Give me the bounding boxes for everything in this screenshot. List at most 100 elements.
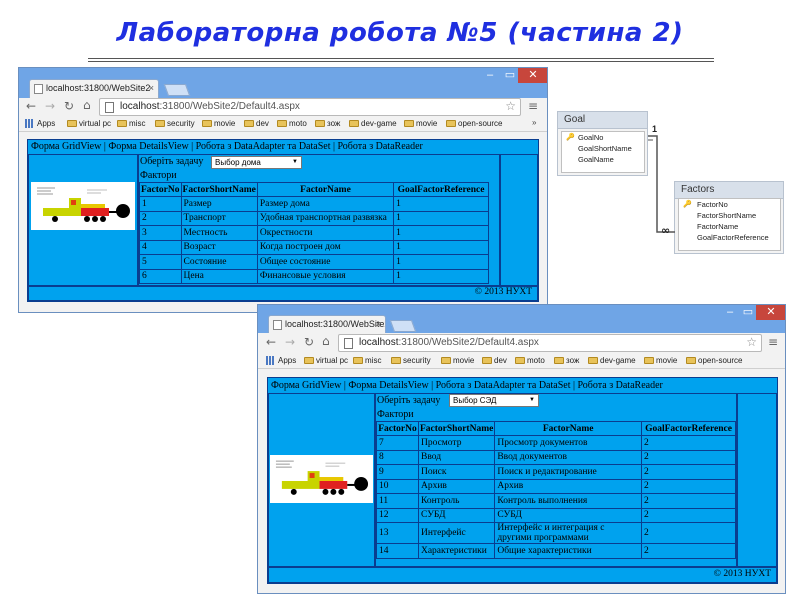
bookmark-folder[interactable]: movie xyxy=(404,119,437,128)
page-nav-links[interactable]: Форма GridView | Форма DetailsView | Роб… xyxy=(271,380,663,391)
bookmark-folder[interactable]: virtual pc xyxy=(67,119,111,128)
bookmark-folder[interactable]: dev-game xyxy=(349,119,397,128)
url-host: localhost xyxy=(359,337,399,348)
reload-icon[interactable]: ↻ xyxy=(304,335,314,349)
folder-icon xyxy=(202,120,212,127)
column-header: FactorName xyxy=(256,182,395,197)
task-select[interactable]: Выбор СЭД ▼ xyxy=(449,394,539,407)
bookmark-folder[interactable]: movie xyxy=(644,356,677,365)
folder-icon xyxy=(446,120,456,127)
bookmark-label: dev xyxy=(256,119,269,128)
bookmark-folder[interactable]: virtual pc xyxy=(304,356,348,365)
folder-icon xyxy=(117,120,127,127)
tab-close-icon[interactable]: × xyxy=(376,319,381,329)
column-header: FactorName xyxy=(494,421,643,436)
browser-tab[interactable]: localhost:31800/WebSite2 × xyxy=(29,79,159,98)
minimize-button[interactable]: – xyxy=(481,68,499,83)
new-tab-button[interactable] xyxy=(389,320,417,332)
table-row: 1 Размер Размер дома 1 xyxy=(139,196,489,212)
footer-panel xyxy=(28,286,538,301)
bookmark-folder[interactable]: security xyxy=(155,119,195,128)
er-field: GoalFactorReference xyxy=(697,233,769,242)
bookmark-folder[interactable]: moto xyxy=(515,356,545,365)
folder-icon xyxy=(391,357,401,364)
er-fields: 🔑 FactorNo FactorShortName FactorName Go… xyxy=(678,198,781,251)
primary-key-icon: 🔑 xyxy=(566,133,575,141)
maximize-button[interactable]: ▭ xyxy=(501,68,519,83)
bookmark-folder[interactable]: misc xyxy=(117,119,145,128)
table-cell: СУБД xyxy=(494,507,643,523)
bookmark-folder[interactable]: movie xyxy=(202,119,235,128)
minimize-button[interactable]: – xyxy=(721,305,739,320)
home-icon[interactable]: ⌂ xyxy=(83,98,91,112)
page-nav-links[interactable]: Форма GridView | Форма DetailsView | Роб… xyxy=(31,141,423,152)
task-select-value: Выбор СЭД xyxy=(453,396,497,405)
back-icon[interactable]: ← xyxy=(26,99,36,113)
maximize-button[interactable]: ▭ xyxy=(739,305,757,320)
address-bar[interactable]: localhost:31800/WebSite2/Default4.aspx ☆ xyxy=(99,98,521,116)
task-select-value: Выбор дома xyxy=(215,158,261,167)
url-path: :31800/WebSite2/Default4.aspx xyxy=(159,101,300,112)
close-button[interactable]: ✕ xyxy=(756,305,785,320)
er-field: GoalName xyxy=(578,155,614,164)
table-row: 3 Местность Окрестности 1 xyxy=(139,225,489,241)
bookmark-apps[interactable]: Apps xyxy=(266,356,296,365)
folder-icon xyxy=(515,357,525,364)
bookmark-folder[interactable]: dev-game xyxy=(588,356,636,365)
bookmark-folder[interactable]: security xyxy=(391,356,431,365)
table-cell: Характеристики xyxy=(417,543,496,559)
bookmark-folder[interactable]: dev xyxy=(244,119,269,128)
bookmark-folder[interactable]: зож xyxy=(315,119,340,128)
bookmark-apps[interactable]: Apps xyxy=(25,119,55,128)
folder-icon xyxy=(67,120,77,127)
tab-close-icon[interactable]: × xyxy=(149,83,154,93)
factors-grid: FactorNo FactorShortName FactorName GoalFac… xyxy=(376,421,736,559)
table-cell: Просмотр документов xyxy=(494,435,643,451)
bookmark-folder[interactable]: open-source xyxy=(686,356,742,365)
reload-icon[interactable]: ↻ xyxy=(64,99,74,113)
task-select-label: Оберіть задачу xyxy=(140,156,204,167)
bookmark-folder[interactable]: зож xyxy=(554,356,579,365)
url-path: :31800/WebSite2/Default4.aspx xyxy=(398,337,539,348)
task-select[interactable]: Выбор дома ▼ xyxy=(211,156,302,169)
er-fields: 🔑 GoalNo GoalShortName GoalName xyxy=(561,131,645,173)
home-icon[interactable]: ⌂ xyxy=(322,334,330,348)
bookmark-label: misc xyxy=(129,119,146,128)
bookmark-folder[interactable]: moto xyxy=(277,119,307,128)
table-cell: Просмотр xyxy=(417,435,496,451)
table-cell: Удобная транспортная развязка xyxy=(256,210,395,226)
table-row: 11 Контроль Контроль выполнения 2 xyxy=(376,493,736,509)
table-cell: Размер xyxy=(180,196,258,212)
forward-icon[interactable]: → xyxy=(45,99,55,113)
bookmark-folder[interactable]: open-source xyxy=(446,119,502,128)
bookmark-label: misc xyxy=(365,356,382,365)
bookmark-star-icon[interactable]: ☆ xyxy=(746,335,757,349)
bookmark-folder[interactable]: dev xyxy=(482,356,507,365)
address-bar[interactable]: localhost:31800/WebSite2/Default4.aspx ☆ xyxy=(338,334,762,352)
truck-icon xyxy=(37,187,130,222)
bookmark-folder[interactable]: movie xyxy=(441,356,474,365)
table-cell: 2 xyxy=(641,449,736,465)
bookmark-star-icon[interactable]: ☆ xyxy=(505,99,516,113)
table-cell: Ввод документов xyxy=(494,449,643,465)
forward-icon[interactable]: → xyxy=(285,335,295,349)
bookmark-label: movie xyxy=(656,356,678,365)
new-tab-button[interactable] xyxy=(163,84,191,96)
folder-icon xyxy=(404,120,414,127)
relationship-many-label: ∞ xyxy=(661,224,671,237)
table-cell: 11 xyxy=(376,493,419,509)
browser-tab[interactable]: localhost:31800/WebSite2 × xyxy=(268,315,386,334)
close-button[interactable]: ✕ xyxy=(518,68,547,83)
bookmark-label: movie xyxy=(214,119,236,128)
bookmarks-more[interactable]: » xyxy=(532,118,536,127)
bookmark-label: dev-game xyxy=(600,356,636,365)
table-row: 4 Возраст Когда построен дом 1 xyxy=(139,239,489,255)
bookmark-folder[interactable]: misc xyxy=(353,356,381,365)
bookmark-label: security xyxy=(403,356,431,365)
back-icon[interactable]: ← xyxy=(266,335,276,349)
menu-icon[interactable]: ≡ xyxy=(528,99,538,113)
er-table-title: Factors xyxy=(675,182,783,199)
menu-icon[interactable]: ≡ xyxy=(768,335,778,349)
page-icon xyxy=(105,102,114,113)
table-row: 6 Цена Финансовые условия 1 xyxy=(139,268,489,284)
